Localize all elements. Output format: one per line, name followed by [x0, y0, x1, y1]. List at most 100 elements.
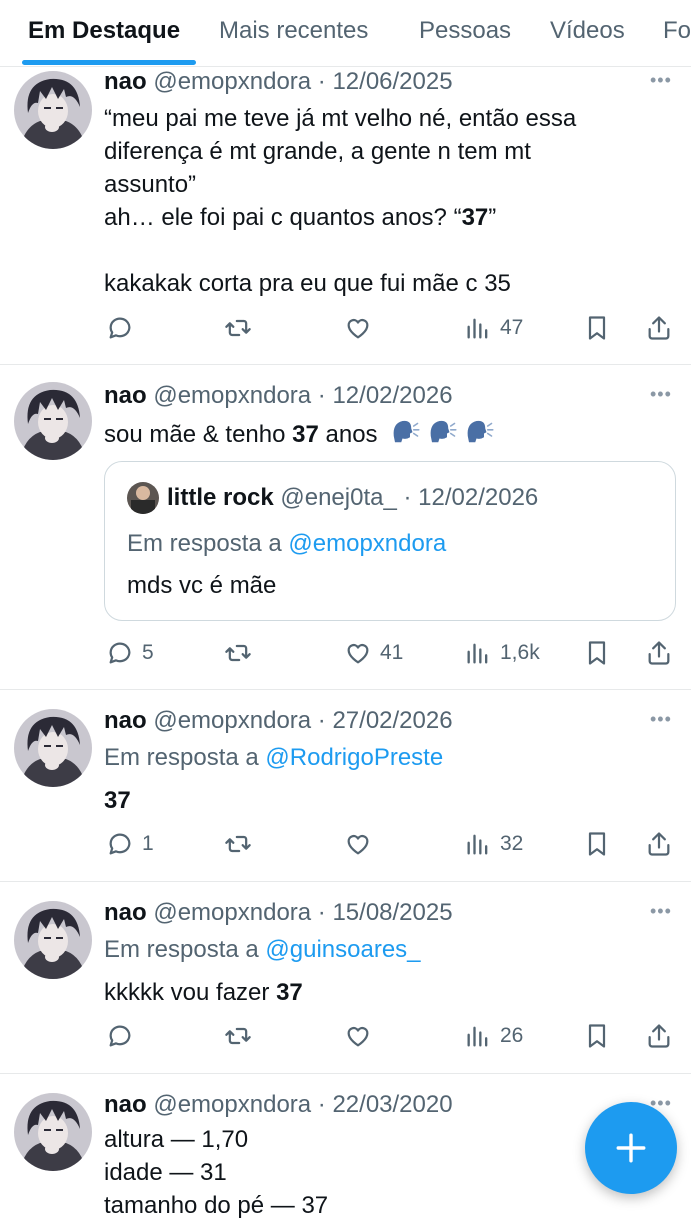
bookmark-button[interactable] [583, 636, 611, 670]
more-options-icon[interactable]: ••• [650, 70, 672, 91]
like-button[interactable]: 41 [344, 636, 403, 670]
bar-chart-icon [464, 639, 492, 667]
bold-text: 37 [104, 787, 131, 814]
like-count: 41 [380, 641, 404, 664]
reply-to-link[interactable]: @guinsoares_ [265, 936, 420, 963]
tab-pessoas[interactable]: Pessoas [419, 17, 511, 45]
repost-arrows-icon [224, 830, 252, 858]
like-button[interactable] [344, 311, 380, 345]
reply-to-link[interactable]: @emopxndora [288, 530, 446, 557]
like-button[interactable] [344, 827, 380, 861]
more-options-icon[interactable]: ••• [650, 709, 672, 730]
share-button[interactable] [645, 827, 673, 861]
share-upload-icon [645, 639, 673, 667]
tweet-line: altura — 1,70 [104, 1126, 249, 1153]
quoted-tweet[interactable]: little rock @enej0ta_ · 12/02/2026 Em re… [104, 461, 676, 621]
reply-button[interactable]: 1 [106, 827, 154, 861]
bookmark-icon [583, 314, 611, 342]
avatar[interactable] [14, 382, 92, 460]
repost-arrows-icon [224, 314, 252, 342]
repost-button[interactable] [224, 1019, 252, 1053]
view-count: 26 [500, 1024, 524, 1047]
repost-button[interactable] [224, 636, 252, 670]
tweet-actions: 47 [0, 311, 691, 345]
text-segment: anos [318, 420, 378, 448]
tab-following[interactable]: Fo [663, 17, 691, 45]
views-button[interactable]: 1,6k [464, 636, 540, 670]
tweet[interactable]: nao @emopxndora · 12/06/2025 ••• “meu pa… [0, 66, 691, 365]
repost-button[interactable] [224, 311, 252, 345]
more-options-icon[interactable]: ••• [650, 901, 672, 922]
tweet-text: “meu pai me teve já mt velho né, então e… [104, 102, 664, 300]
timestamp[interactable]: · 27/02/2026 [318, 707, 453, 734]
tweet-line: tamanho do pé — 37 [104, 1192, 329, 1219]
avatar[interactable] [14, 1093, 92, 1171]
tweet-text: kkkkk vou fazer 37 [104, 976, 664, 1009]
text-segment: sou mãe & tenho [104, 420, 293, 448]
handle[interactable]: @emopxndora [153, 68, 311, 95]
bookmark-button[interactable] [583, 1019, 611, 1053]
more-options-icon[interactable]: ••• [650, 384, 672, 405]
compose-button[interactable] [585, 1102, 677, 1194]
tweet-line: idade — 31 [104, 1159, 227, 1186]
reply-button[interactable]: 5 [106, 636, 154, 670]
tweet-line: kakakak corta pra eu que fui mãe c 35 [104, 270, 511, 297]
bookmark-button[interactable] [583, 311, 611, 345]
bookmark-button[interactable] [583, 827, 611, 861]
tab-videos[interactable]: Vídeos [550, 17, 625, 45]
display-name[interactable]: nao [104, 1091, 147, 1118]
bar-chart-icon [464, 314, 492, 342]
reply-prefix: Em resposta a [127, 530, 289, 557]
share-button[interactable] [645, 636, 673, 670]
speech-bubble-icon [106, 1022, 134, 1050]
tweet[interactable]: nao @emopxndora · 27/02/2026 ••• Em resp… [0, 689, 691, 882]
reply-button[interactable] [106, 1019, 142, 1053]
views-button[interactable]: 47 [464, 311, 523, 345]
avatar[interactable] [14, 901, 92, 979]
heart-icon [344, 639, 372, 667]
tweet-text: sou mãe & tenho 37 anos [104, 416, 664, 455]
tweet-header: nao @emopxndora · 12/02/2026 [104, 382, 453, 410]
timestamp[interactable]: · 12/06/2025 [318, 68, 453, 95]
timestamp[interactable]: · 15/08/2025 [318, 899, 453, 926]
handle[interactable]: @emopxndora [153, 1091, 311, 1118]
reply-button[interactable] [106, 311, 142, 345]
handle[interactable]: @emopxndora [153, 899, 311, 926]
repost-button[interactable] [224, 827, 252, 861]
avatar[interactable] [14, 709, 92, 787]
share-button[interactable] [645, 311, 673, 345]
avatar[interactable] [14, 71, 92, 149]
handle[interactable]: @emopxndora [153, 707, 311, 734]
speaking-head-icon [464, 416, 494, 446]
views-button[interactable]: 26 [464, 1019, 523, 1053]
quote-reply-context: Em resposta a @emopxndora [127, 530, 446, 558]
quote-timestamp: · 12/02/2026 [403, 484, 539, 511]
tweet-header: nao @emopxndora · 15/08/2025 [104, 899, 453, 927]
share-button[interactable] [645, 1019, 673, 1053]
repost-arrows-icon [224, 1022, 252, 1050]
tab-mais-recentes[interactable]: Mais recentes [219, 17, 368, 45]
timestamp[interactable]: · 22/03/2020 [318, 1091, 453, 1118]
quote-avatar [127, 482, 159, 514]
reply-to-link[interactable]: @RodrigoPreste [265, 744, 443, 771]
view-count: 1,6k [500, 641, 540, 664]
tab-em-destaque[interactable]: Em Destaque [28, 17, 180, 45]
text-segment: kkkkk vou fazer [104, 979, 277, 1006]
reply-count: 5 [142, 641, 154, 664]
timestamp[interactable]: · 12/02/2026 [318, 382, 453, 409]
display-name[interactable]: nao [104, 707, 147, 734]
display-name[interactable]: nao [104, 899, 147, 926]
display-name[interactable]: nao [104, 68, 147, 95]
heart-icon [344, 314, 372, 342]
views-button[interactable]: 32 [464, 827, 523, 861]
tweet-actions: 5 41 1,6k [0, 636, 691, 670]
tweet-line: “meu pai me teve já mt velho né, então e… [104, 105, 577, 132]
tweet-actions: 26 [0, 1019, 691, 1053]
tweet-line: assunto” [104, 171, 197, 198]
bold-text: 37 [276, 979, 303, 1006]
display-name[interactable]: nao [104, 382, 147, 409]
tweet[interactable]: nao @emopxndora · 12/02/2026 ••• sou mãe… [0, 364, 691, 690]
like-button[interactable] [344, 1019, 380, 1053]
handle[interactable]: @emopxndora [153, 382, 311, 409]
tweet[interactable]: nao @emopxndora · 15/08/2025 ••• Em resp… [0, 881, 691, 1074]
